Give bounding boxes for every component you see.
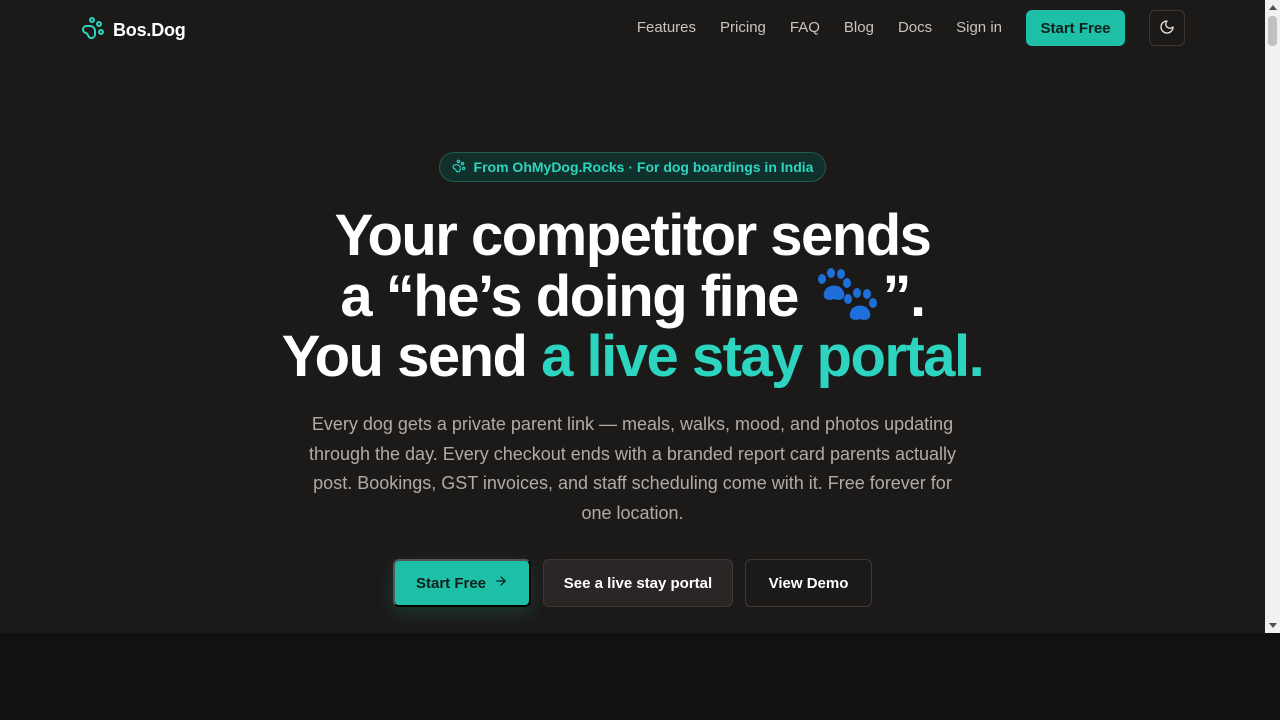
scroll-thumb[interactable]	[1268, 16, 1277, 46]
headline-line-2-start: a “he’s doing fine	[340, 264, 813, 329]
hero-subtitle: Every dog gets a private parent link — m…	[308, 414, 957, 523]
headline-accent: a live stay portal.	[541, 324, 985, 389]
nav-links: Features Pricing FAQ Blog Docs Sign in	[637, 18, 1002, 38]
brand-name: Bos.Dog	[113, 20, 186, 40]
hero-cta-group: Start Free See a live stay portal View D…	[393, 559, 872, 607]
live-stay-portal-button[interactable]: See a live stay portal	[543, 559, 733, 607]
nav-link-sign-in[interactable]: Sign in	[956, 18, 1002, 38]
nav-link-docs[interactable]: Docs	[898, 18, 932, 38]
badge-text: From OhMyDog.Rocks · For dog boardings i…	[473, 159, 814, 175]
hero-headline: Your competitor sends a “he’s doing fine…	[0, 206, 1265, 387]
top-nav: Bos.Dog Features Pricing FAQ Blog Docs S…	[0, 0, 1265, 56]
nav-link-blog[interactable]: Blog	[844, 18, 874, 38]
page-scrollbar[interactable]	[1265, 0, 1280, 633]
scrollbar-gutter	[1265, 633, 1280, 720]
scroll-up-icon[interactable]	[1265, 0, 1280, 15]
headline-line-3-start: You send	[281, 324, 542, 389]
paw-prints-icon	[812, 266, 882, 322]
page-background: Bos.Dog Features Pricing FAQ Blog Docs S…	[0, 0, 1265, 633]
arrow-right-icon	[494, 574, 508, 592]
scroll-down-icon[interactable]	[1265, 618, 1280, 633]
nav-link-pricing[interactable]: Pricing	[720, 18, 766, 38]
start-free-button[interactable]: Start Free	[393, 559, 531, 607]
brand-logo[interactable]: Bos.Dog	[81, 16, 186, 45]
theme-toggle-button[interactable]	[1149, 10, 1185, 46]
next-section	[0, 633, 1265, 720]
nav-link-features[interactable]: Features	[637, 18, 696, 38]
paw-icon	[452, 159, 466, 176]
view-demo-button[interactable]: View Demo	[745, 559, 872, 607]
headline-line-2-end: ”.	[882, 264, 926, 329]
nav-link-faq[interactable]: FAQ	[790, 18, 820, 38]
nav-start-free-button[interactable]: Start Free	[1026, 10, 1125, 46]
hero-badge: From OhMyDog.Rocks · For dog boardings i…	[439, 152, 826, 182]
paw-icon	[81, 16, 105, 45]
start-free-label: Start Free	[415, 574, 487, 592]
moon-icon	[1159, 19, 1175, 38]
headline-line-1: Your competitor sends	[334, 203, 932, 268]
